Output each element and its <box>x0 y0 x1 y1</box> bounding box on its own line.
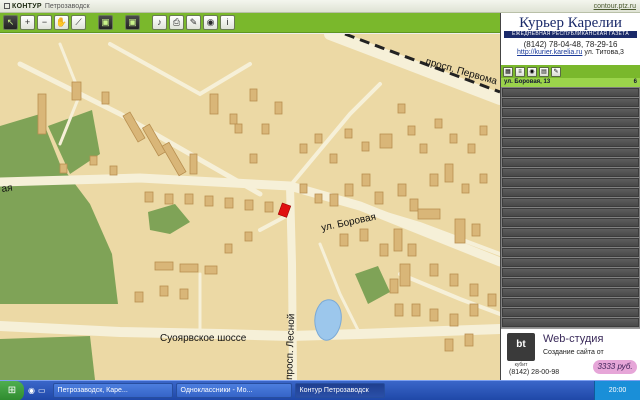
map-svg[interactable]: просп. Первома ул. Боровая Суоярвское шо… <box>0 34 500 380</box>
brand[interactable]: КОНТУР Петрозаводск <box>4 3 90 10</box>
side-panel: Курьер Карелии ЕЖЕДНЕВНАЯ РЕСПУБЛИКАНСКА… <box>500 13 640 380</box>
brand-logo-icon <box>4 3 10 9</box>
list-item[interactable] <box>502 138 639 147</box>
list-item[interactable] <box>502 178 639 187</box>
result-list <box>501 87 640 327</box>
studio-price-badge: 3333 руб. <box>593 360 637 374</box>
panel-edit-button[interactable]: ✎ <box>551 66 561 77</box>
list-item[interactable] <box>502 278 639 287</box>
ad-subtitle: ЕЖЕДНЕВНАЯ РЕСПУБЛИКАНСКАЯ ГАЗЕТА <box>504 31 637 38</box>
list-item[interactable] <box>502 238 639 247</box>
ad-address: ул. Титова,3 <box>584 49 624 56</box>
taskbar-item[interactable]: Петрозаводск, Каре... <box>52 383 173 398</box>
ad-title: Курьер Карелии <box>519 15 622 31</box>
panel-list-button[interactable]: ≡ <box>515 66 525 77</box>
studio-text: Создание сайта от <box>543 349 604 356</box>
list-item[interactable] <box>502 298 639 307</box>
pan-hand-button[interactable]: ✋ <box>54 15 69 30</box>
list-item[interactable] <box>502 108 639 117</box>
ad-url-link[interactable]: http://kurier.karelia.ru <box>517 49 582 56</box>
park-area <box>0 336 95 380</box>
header-bar: КОНТУР Петрозаводск contour.ptz.ru <box>0 0 640 13</box>
list-item[interactable] <box>502 168 639 177</box>
list-item[interactable] <box>502 268 639 277</box>
browser-icon[interactable]: ◉ <box>28 386 35 395</box>
newspaper-ad-banner[interactable]: Курьер Карелии ЕЖЕДНЕВНАЯ РЕСПУБЛИКАНСКА… <box>501 13 640 65</box>
ad-phone: (8142) 78-04-48, 78-29-16 <box>523 40 618 49</box>
studio-logo: bt <box>507 333 535 361</box>
brand-city: Петрозаводск <box>44 2 90 10</box>
result-count: 6 <box>633 79 637 85</box>
site-url-link[interactable]: contour.ptz.ru <box>594 3 636 10</box>
list-item[interactable] <box>502 218 639 227</box>
list-item[interactable] <box>502 148 639 157</box>
app-window: КОНТУР Петрозаводск contour.ptz.ru ↖ + −… <box>0 0 640 400</box>
info-button[interactable]: i <box>220 15 235 30</box>
result-header[interactable]: ул. Боровая, 13 6 <box>501 78 640 87</box>
list-item[interactable] <box>502 98 639 107</box>
taskbar-item[interactable]: Одноклассники - Мо... <box>175 383 292 398</box>
list-item[interactable] <box>502 128 639 137</box>
pointer-tool-button[interactable]: ↖ <box>3 15 18 30</box>
list-item[interactable] <box>502 318 639 327</box>
list-item[interactable] <box>502 228 639 237</box>
ad-contact-row: http://kurier.karelia.ru ул. Титова,3 <box>504 49 637 56</box>
result-title: ул. Боровая, 13 <box>504 79 551 85</box>
print-button[interactable]: ⎙ <box>169 15 184 30</box>
panel-toolbar: ▦ ≡ ◉ ▤ ✎ <box>501 65 640 78</box>
list-item[interactable] <box>502 198 639 207</box>
list-item[interactable] <box>502 258 639 267</box>
list-item[interactable] <box>502 288 639 297</box>
photo-button[interactable]: ◉ <box>203 15 218 30</box>
ruler-button[interactable]: ⟋ <box>71 15 86 30</box>
start-button[interactable]: ⊞ <box>0 380 24 400</box>
quick-launch: ◉ ▭ <box>24 386 50 395</box>
studio-title: Web-студия <box>543 333 604 345</box>
desktop-icon[interactable]: ▭ <box>38 386 46 395</box>
list-item[interactable] <box>502 118 639 127</box>
web-studio-ad[interactable]: bt кубит Web-студия Создание сайта от 33… <box>501 328 640 380</box>
studio-phone: (8142) 28-00-98 <box>509 369 560 376</box>
taskbar-item-active[interactable]: Контур Петрозаводск <box>294 383 385 398</box>
street-label-fragment: ая <box>1 183 13 195</box>
list-item[interactable] <box>502 248 639 257</box>
map-canvas[interactable]: просп. Первома ул. Боровая Суоярвское шо… <box>0 34 500 380</box>
panel-photo-button[interactable]: ◉ <box>527 66 537 77</box>
map-toolbar: ↖ + − ✋ ⟋ ▣ ▣ ♪ ⎙ ✎ ◉ i <box>0 13 500 33</box>
satellite-button[interactable]: ▣ <box>125 15 140 30</box>
panel-grid-button[interactable]: ▦ <box>503 66 513 77</box>
studio-logo-caption: кубит <box>514 362 528 368</box>
list-item[interactable] <box>502 208 639 217</box>
save-button[interactable]: ✎ <box>186 15 201 30</box>
zoom-out-button[interactable]: − <box>37 15 52 30</box>
system-tray-clock[interactable]: 20:00 <box>594 380 640 400</box>
layers-button[interactable]: ▣ <box>98 15 113 30</box>
os-taskbar: ⊞ ◉ ▭ Петрозаводск, Каре... Одноклассник… <box>0 380 640 400</box>
list-item[interactable] <box>502 158 639 167</box>
brand-name: КОНТУР <box>12 2 42 10</box>
panel-doc-button[interactable]: ▤ <box>539 66 549 77</box>
street-label-suoyarvskoe: Суоярвское шоссе <box>160 333 247 344</box>
street-label-lesnoy: просп. Лесной <box>284 313 297 380</box>
zoom-in-button[interactable]: + <box>20 15 35 30</box>
mic-button[interactable]: ♪ <box>152 15 167 30</box>
list-item[interactable] <box>502 88 639 97</box>
list-item[interactable] <box>502 188 639 197</box>
list-item[interactable] <box>502 308 639 317</box>
